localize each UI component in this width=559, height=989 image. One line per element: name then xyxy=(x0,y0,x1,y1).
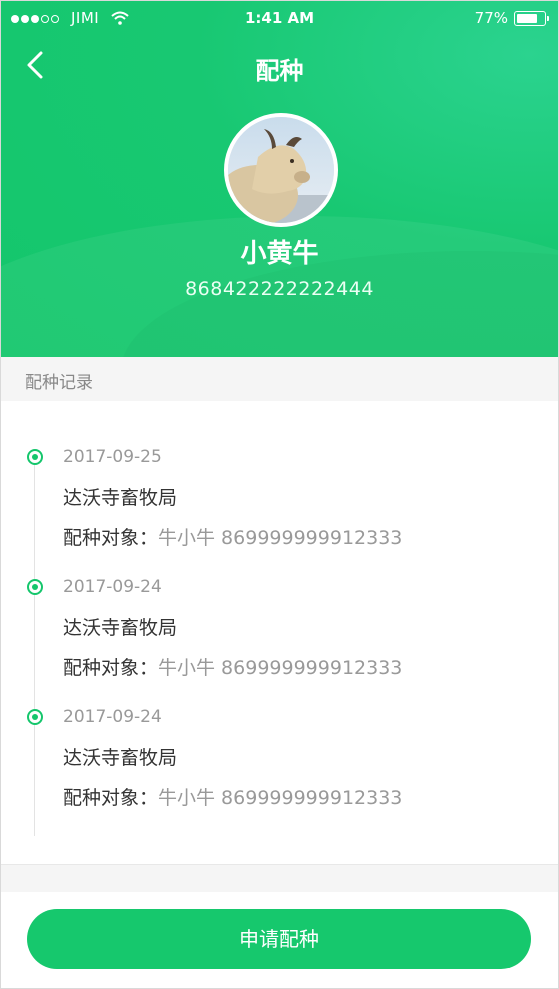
record-target: 配种对象：牛小牛 869999999912333 xyxy=(63,523,402,550)
status-right: 77% xyxy=(474,9,549,27)
record-target-value: 牛小牛 869999999912333 xyxy=(158,657,403,679)
battery-fill xyxy=(517,13,537,23)
animal-code: 868422222222444 xyxy=(185,278,374,300)
record-org: 达沃寺畜牧局 xyxy=(63,617,178,639)
animal-name: 小黄牛 xyxy=(240,239,319,269)
profile-header: JIMI 1:41 AM 77% 配种 小黄牛 868422222222444 xyxy=(1,1,558,357)
status-bar: JIMI 1:41 AM 77% xyxy=(1,1,558,35)
record-target-value: 牛小牛 869999999912333 xyxy=(158,787,403,809)
record-item[interactable]: 2017-09-24 达沃寺畜牧局 配种对象：牛小牛 8699999999123… xyxy=(1,705,558,825)
apply-breeding-button[interactable]: 申请配种 xyxy=(27,909,531,969)
bottom-action-bar: 申请配种 xyxy=(1,892,558,988)
record-date: 2017-09-25 xyxy=(63,447,162,467)
nav-bar: 配种 xyxy=(1,35,558,95)
record-item[interactable]: 2017-09-24 达沃寺畜牧局 配种对象：牛小牛 8699999999123… xyxy=(1,575,558,695)
battery-nub xyxy=(547,15,549,21)
record-org: 达沃寺畜牧局 xyxy=(63,747,178,769)
record-date: 2017-09-24 xyxy=(63,707,162,727)
record-target: 配种对象：牛小牛 869999999912333 xyxy=(63,783,402,810)
record-target-label: 配种对象： xyxy=(63,657,159,679)
record-item[interactable]: 2017-09-25 达沃寺畜牧局 配种对象：牛小牛 8699999999123… xyxy=(1,445,558,565)
app-screen: JIMI 1:41 AM 77% 配种 小黄牛 868422222222444 … xyxy=(0,0,559,989)
record-target-value: 牛小牛 869999999912333 xyxy=(158,527,403,549)
timeline-dot-icon xyxy=(27,709,43,725)
yak-photo xyxy=(228,117,334,223)
battery-percent: 77% xyxy=(474,9,508,27)
section-header: 配种记录 xyxy=(1,357,558,402)
record-target-label: 配种对象： xyxy=(63,527,159,549)
record-org: 达沃寺畜牧局 xyxy=(63,487,178,509)
page-title: 配种 xyxy=(255,57,304,85)
breeding-timeline: 2017-09-25 达沃寺畜牧局 配种对象：牛小牛 8699999999123… xyxy=(1,401,558,864)
timeline-dot-icon xyxy=(27,449,43,465)
bottom-divider xyxy=(1,864,558,893)
record-target-label: 配种对象： xyxy=(63,787,159,809)
record-date: 2017-09-24 xyxy=(63,577,162,597)
section-title: 配种记录 xyxy=(25,373,93,393)
record-target: 配种对象：牛小牛 869999999912333 xyxy=(63,653,402,680)
avatar xyxy=(224,113,338,227)
timeline-dot-icon xyxy=(27,579,43,595)
battery-icon xyxy=(514,10,549,26)
